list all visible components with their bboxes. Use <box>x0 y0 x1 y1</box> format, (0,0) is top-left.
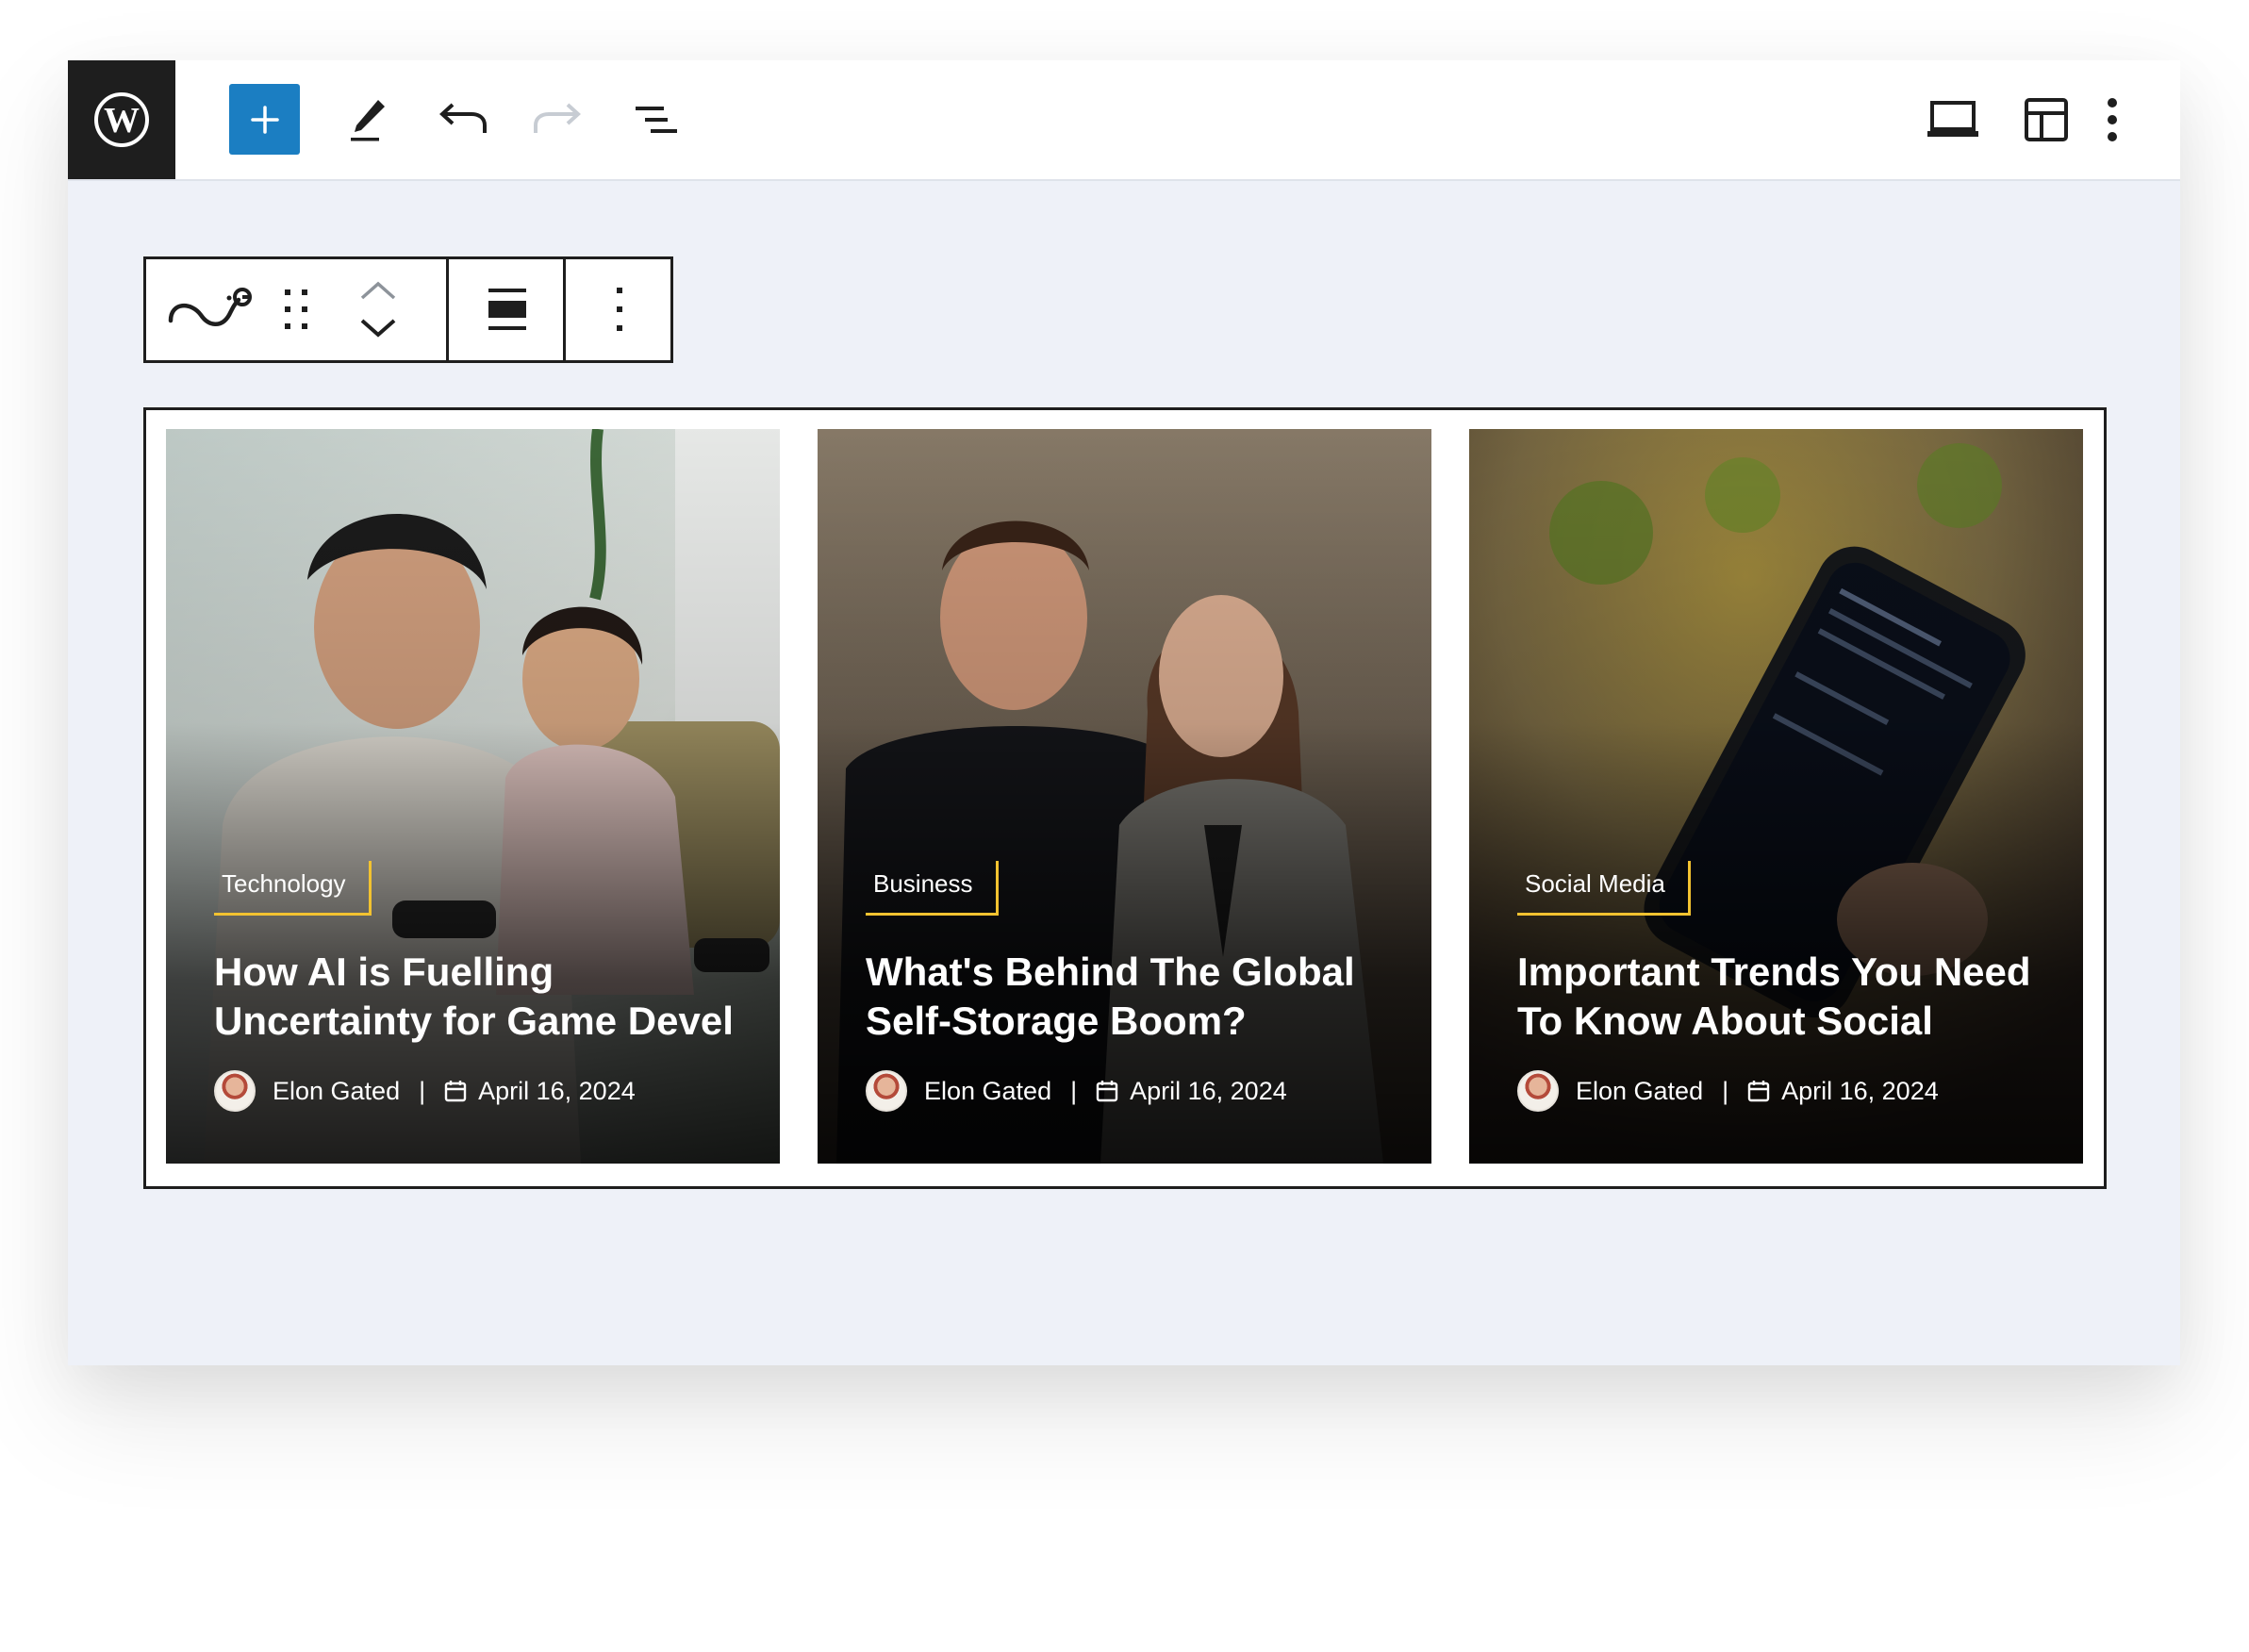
pencil-icon <box>351 100 385 141</box>
author-name[interactable]: Elon Gated <box>924 1077 1051 1106</box>
block-type-button[interactable] <box>165 276 259 342</box>
laptop-icon <box>1927 101 1978 137</box>
meta-separator: | <box>419 1076 426 1105</box>
drag-handle[interactable] <box>280 286 314 335</box>
calendar-icon <box>444 1080 467 1102</box>
chevron-up-icon <box>360 281 396 300</box>
add-block-button[interactable] <box>229 84 300 155</box>
category-label[interactable]: Technology <box>214 861 372 916</box>
drag-dots-icon <box>285 289 307 329</box>
post-date: April 16, 2024 <box>1130 1076 1287 1105</box>
list-view-icon <box>636 107 677 133</box>
post-title[interactable]: Important Trends You Need To Know About … <box>1517 948 2074 1048</box>
align-wide-icon <box>488 289 526 330</box>
post-card[interactable]: Business What's Behind The Global Self-S… <box>818 429 1431 1164</box>
vertical-dots-icon <box>2108 98 2117 141</box>
settings-button[interactable] <box>2020 93 2073 146</box>
plus-icon <box>250 105 279 134</box>
document-overview-button[interactable] <box>630 93 683 146</box>
category-label[interactable]: Social Media <box>1517 861 1691 916</box>
svg-text:W: W <box>104 101 140 140</box>
move-down-button[interactable] <box>356 314 401 342</box>
options-button[interactable] <box>2093 93 2131 146</box>
move-up-button[interactable] <box>356 276 401 305</box>
redo-icon <box>534 103 581 133</box>
block-options-button[interactable] <box>569 276 670 342</box>
meta-separator: | <box>1722 1076 1729 1105</box>
post-grid-block[interactable]: Technology How AI is Fuelling Uncertaint… <box>143 407 2107 1189</box>
wordpress-logo-icon[interactable]: W <box>68 60 175 179</box>
sidebar-layout-icon <box>2025 98 2068 141</box>
post-card[interactable]: Technology How AI is Fuelling Uncertaint… <box>166 429 780 1164</box>
block-toolbar <box>143 256 673 363</box>
toolbar-divider <box>563 259 566 360</box>
image-overlay <box>818 429 1431 1164</box>
avatar <box>214 1070 256 1112</box>
preview-button[interactable] <box>1925 93 1981 146</box>
image-overlay <box>1469 429 2083 1164</box>
toolbar-divider <box>446 259 449 360</box>
editor-top-toolbar: W <box>68 60 2180 181</box>
block-plugin-icon <box>168 288 252 326</box>
author-name[interactable]: Elon Gated <box>1576 1077 1703 1106</box>
avatar <box>866 1070 907 1112</box>
calendar-icon <box>1096 1080 1118 1102</box>
category-label[interactable]: Business <box>866 861 999 916</box>
post-date: April 16, 2024 <box>478 1076 636 1105</box>
redo-button[interactable] <box>530 93 587 146</box>
post-date: April 16, 2024 <box>1781 1076 1939 1105</box>
post-title[interactable]: What's Behind The Global Self-Storage Bo… <box>866 948 1422 1048</box>
post-meta: Elon Gated | April 16, 2024 <box>214 1070 636 1112</box>
undo-button[interactable] <box>434 93 490 146</box>
post-meta: Elon Gated | April 16, 2024 <box>866 1070 1287 1112</box>
editor-canvas: Technology How AI is Fuelling Uncertaint… <box>68 181 2180 1365</box>
tools-button[interactable] <box>341 93 394 146</box>
meta-separator: | <box>1070 1076 1078 1105</box>
vertical-dots-icon <box>617 288 622 331</box>
chevron-down-icon <box>360 319 396 338</box>
image-overlay <box>166 429 780 1164</box>
post-meta: Elon Gated | April 16, 2024 <box>1517 1070 1939 1112</box>
author-name[interactable]: Elon Gated <box>273 1077 400 1106</box>
post-title[interactable]: How AI is Fuelling Uncertainty for Game … <box>214 948 770 1048</box>
post-card[interactable]: Social Media Important Trends You Need T… <box>1469 429 2083 1164</box>
calendar-icon <box>1747 1080 1770 1102</box>
avatar <box>1517 1070 1559 1112</box>
undo-icon <box>439 103 487 133</box>
editor-window: W Technology How AI is Fuelling Uncertai… <box>68 60 2180 1365</box>
align-button[interactable] <box>452 276 563 342</box>
